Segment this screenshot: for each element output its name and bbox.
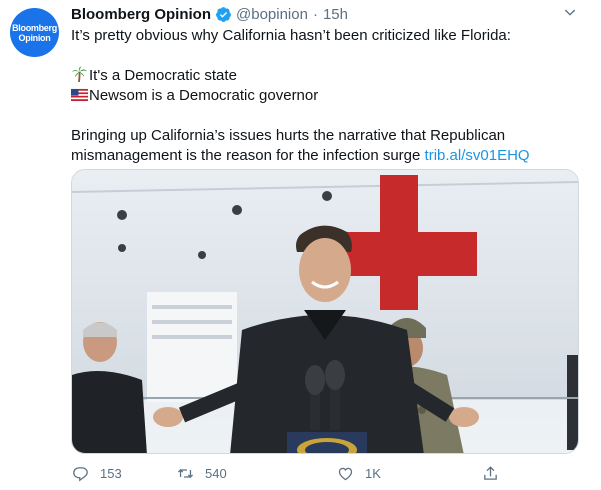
avatar[interactable]: Bloomberg Opinion — [10, 8, 59, 57]
tweet-line: Bringing up California’s issues hurts th… — [71, 127, 506, 144]
line-break — [71, 106, 591, 126]
tweet-line-text: It's a Democratic state — [89, 67, 237, 84]
podium-seal — [287, 432, 367, 453]
tweet-line-text: mismanagement is the reason for the infe… — [71, 147, 425, 164]
retweet-count: 540 — [205, 465, 227, 481]
reply-count: 153 — [100, 465, 122, 481]
reply-icon — [71, 464, 90, 483]
avatar-line-2: Opinion — [18, 32, 51, 43]
author-name[interactable]: Bloomberg Opinion — [71, 6, 211, 23]
tweet-line: It's a Democratic state — [71, 66, 591, 86]
author-handle[interactable]: @bopinion — [236, 6, 308, 23]
tweet-line: It’s pretty obvious why California hasn’… — [71, 27, 511, 44]
us-flag-emoji — [70, 88, 89, 103]
photo-illustration — [72, 170, 578, 453]
tweet-line-text: Newsom is a Democratic governor — [89, 87, 319, 104]
verified-badge-icon — [215, 6, 232, 23]
tweet-text: It’s pretty obvious why California hasn’… — [70, 26, 591, 166]
share-button[interactable] — [481, 464, 500, 483]
like-count: 1K — [365, 465, 381, 481]
tweet-header: Bloomberg Opinion @bopinion · 15h — [71, 4, 348, 24]
retweet-button[interactable]: 540 — [176, 464, 227, 483]
timestamp[interactable]: 15h — [323, 6, 348, 23]
avatar-line-1: Bloomberg — [12, 22, 57, 33]
tweet-card[interactable]: Bloomberg Opinion Bloomberg Opinion @bop… — [0, 0, 601, 490]
tweet-actions: 153 540 1K — [71, 462, 551, 484]
tweet-line: mismanagement is the reason for the infe… — [71, 146, 591, 166]
reply-button[interactable]: 153 — [71, 464, 122, 483]
line-break — [71, 46, 591, 66]
chevron-down-icon[interactable] — [560, 2, 580, 22]
share-icon — [481, 464, 500, 483]
separator-dot: · — [312, 5, 318, 23]
article-link[interactable]: trib.al/sv01EHQ — [425, 147, 530, 164]
tweet-photo[interactable] — [71, 169, 579, 454]
retweet-icon — [176, 464, 195, 483]
like-button[interactable]: 1K — [336, 464, 381, 483]
palm-tree-emoji — [71, 66, 88, 83]
tweet-line: Newsom is a Democratic governor — [70, 86, 591, 106]
heart-icon — [336, 464, 355, 483]
